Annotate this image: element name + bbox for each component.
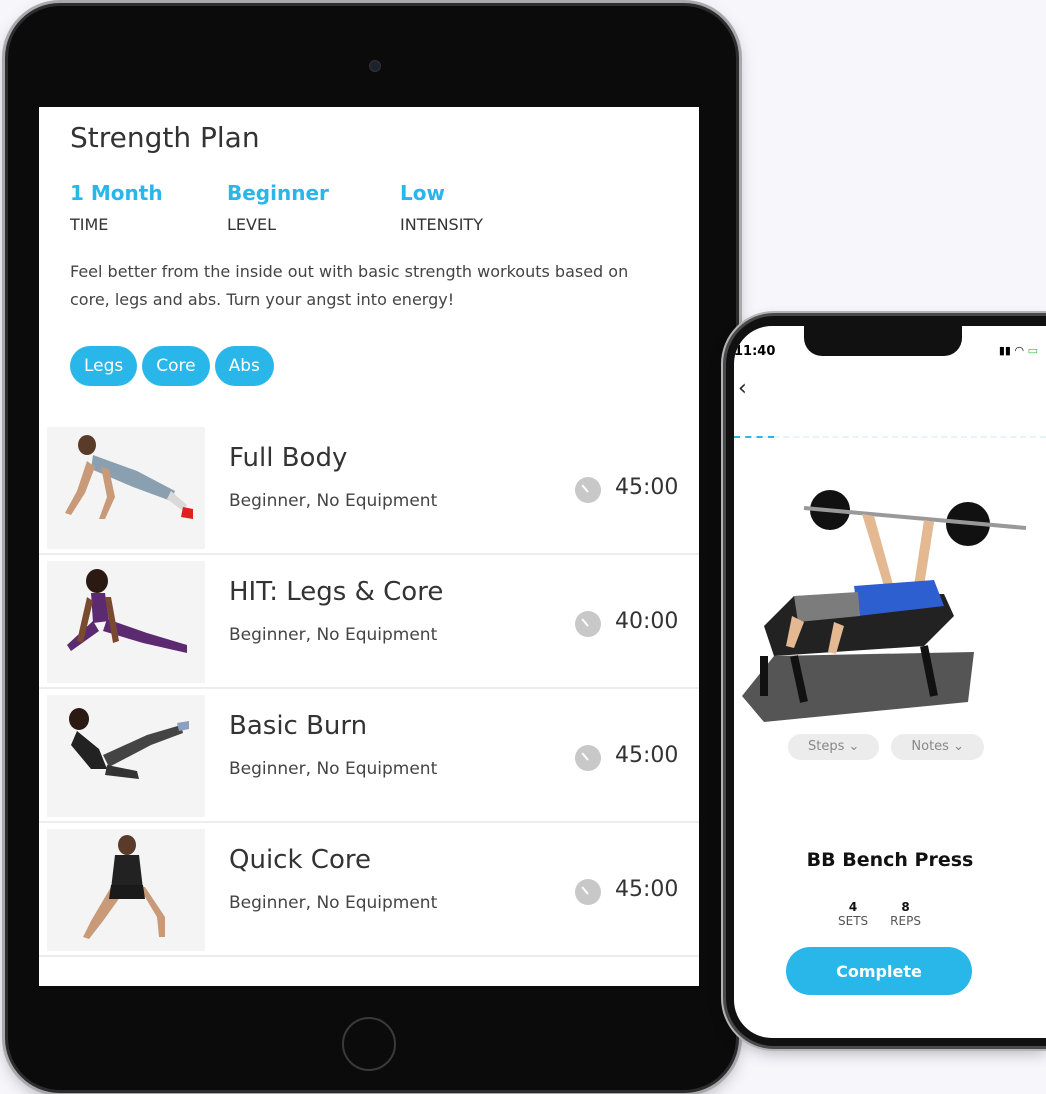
reps-label: REPS [890, 914, 921, 928]
workout-duration: 45:00 [615, 743, 679, 768]
clock-icon [575, 477, 601, 503]
clock-icon [575, 611, 601, 637]
reps-value: 8 [901, 900, 910, 914]
workout-name: Quick Core [229, 845, 371, 875]
tag-abs[interactable]: Abs [214, 346, 274, 386]
battery-icon: ▭ [1027, 344, 1038, 357]
tag-list: Legs Core Abs [70, 346, 274, 386]
stat-level: Beginner LEVEL [227, 181, 329, 234]
workout-thumbnail [47, 829, 205, 951]
sets-value: 4 [848, 900, 858, 914]
workout-duration: 45:00 [615, 475, 679, 500]
plan-title: Strength Plan [70, 121, 260, 154]
stat-level-value: Beginner [227, 181, 329, 205]
progress-indicator [734, 436, 774, 438]
workout-name: Full Body [229, 443, 348, 473]
phone-screen: 11:40 ▮▮ ◠ ▭ ‹ Steps ⌄ Notes ⌄ BB Bench … [734, 326, 1046, 1038]
clock-icon [575, 745, 601, 771]
progress-track [734, 436, 1046, 438]
workout-row-hit-legs-core[interactable]: HIT: Legs & Core Beginner, No Equipment … [39, 555, 699, 689]
tablet-device: Strength Plan 1 Month TIME Beginner LEVE… [8, 6, 736, 1090]
workout-name: HIT: Legs & Core [229, 577, 444, 607]
exercise-image [734, 476, 1046, 726]
status-time: 11:40 [734, 344, 776, 359]
stat-time-value: 1 Month [70, 181, 163, 205]
workout-row-full-body[interactable]: Full Body Beginner, No Equipment 45:00 [39, 421, 699, 555]
signal-icon: ▮▮ [998, 344, 1011, 357]
workout-thumbnail [47, 695, 205, 817]
stat-intensity-value: Low [400, 181, 445, 205]
workout-thumbnail [47, 561, 205, 683]
workout-meta: Beginner, No Equipment [229, 625, 438, 645]
exercise-counts: 4 SETS 8 REPS [838, 900, 921, 928]
workout-thumbnail [47, 427, 205, 549]
workout-meta: Beginner, No Equipment [229, 893, 438, 913]
workout-meta: Beginner, No Equipment [229, 759, 438, 779]
sets-count: 4 SETS [838, 900, 868, 928]
sets-label: SETS [838, 914, 869, 928]
workout-row-quick-core[interactable]: Quick Core Beginner, No Equipment 45:00 [39, 823, 699, 957]
stat-time: 1 Month TIME [70, 181, 163, 234]
status-icons: ▮▮ ◠ ▭ [999, 344, 1038, 357]
workout-row-basic-burn[interactable]: Basic Burn Beginner, No Equipment 45:00 [39, 689, 699, 823]
stat-level-label: LEVEL [227, 215, 276, 234]
exercise-name: BB Bench Press [806, 849, 974, 871]
phone-device: 11:40 ▮▮ ◠ ▭ ‹ Steps ⌄ Notes ⌄ BB Bench … [726, 316, 1046, 1046]
reps-count: 8 REPS [890, 900, 921, 928]
chevron-left-icon[interactable]: ‹ [738, 376, 747, 401]
workout-name: Basic Burn [229, 711, 368, 741]
stat-time-label: TIME [70, 215, 109, 234]
workout-list: Full Body Beginner, No Equipment 45:00 H… [39, 421, 699, 957]
stat-intensity-label: INTENSITY [400, 215, 483, 234]
clock-icon [575, 879, 601, 905]
phone-notch [804, 326, 962, 356]
complete-button[interactable]: Complete [786, 947, 972, 995]
steps-dropdown[interactable]: Steps ⌄ [788, 734, 880, 760]
workout-duration: 45:00 [615, 877, 679, 902]
tag-legs[interactable]: Legs [70, 346, 138, 386]
tablet-camera [369, 60, 381, 72]
plan-description: Feel better from the inside out with bas… [70, 262, 629, 309]
workout-duration: 40:00 [615, 609, 679, 634]
stat-intensity: Low INTENSITY [400, 181, 483, 234]
tag-core[interactable]: Core [142, 346, 210, 386]
tablet-screen: Strength Plan 1 Month TIME Beginner LEVE… [39, 107, 699, 986]
tablet-home-button[interactable] [342, 1017, 396, 1071]
detail-pills: Steps ⌄ Notes ⌄ [788, 734, 984, 760]
wifi-icon: ◠ [1014, 344, 1025, 357]
notes-dropdown[interactable]: Notes ⌄ [891, 734, 984, 760]
workout-meta: Beginner, No Equipment [229, 491, 438, 511]
